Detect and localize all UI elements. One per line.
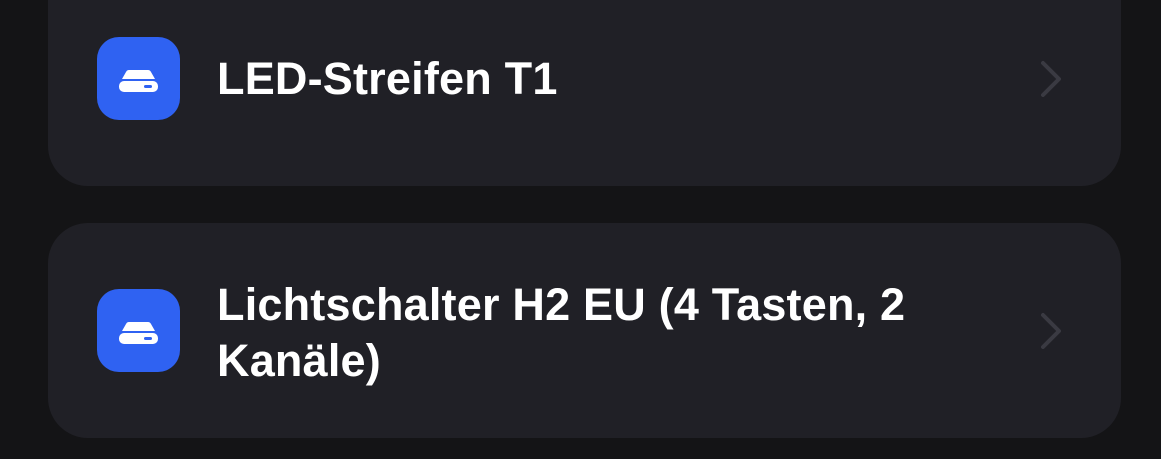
chevron-right-icon xyxy=(1039,311,1063,351)
device-hub-icon xyxy=(97,37,180,120)
device-label: Lichtschalter H2 EU (4 Tasten, 2 Kanäle) xyxy=(217,279,906,386)
device-label: LED-Streifen T1 xyxy=(217,53,558,104)
device-hub-icon xyxy=(97,289,180,372)
device-list: LED-Streifen T1 Lichtschalter H2 EU (4 T… xyxy=(0,0,1161,459)
device-row-light-switch[interactable]: Lichtschalter H2 EU (4 Tasten, 2 Kanäle) xyxy=(48,223,1121,438)
device-row-led-strip[interactable]: LED-Streifen T1 xyxy=(48,0,1121,186)
chevron-right-icon xyxy=(1039,59,1063,99)
